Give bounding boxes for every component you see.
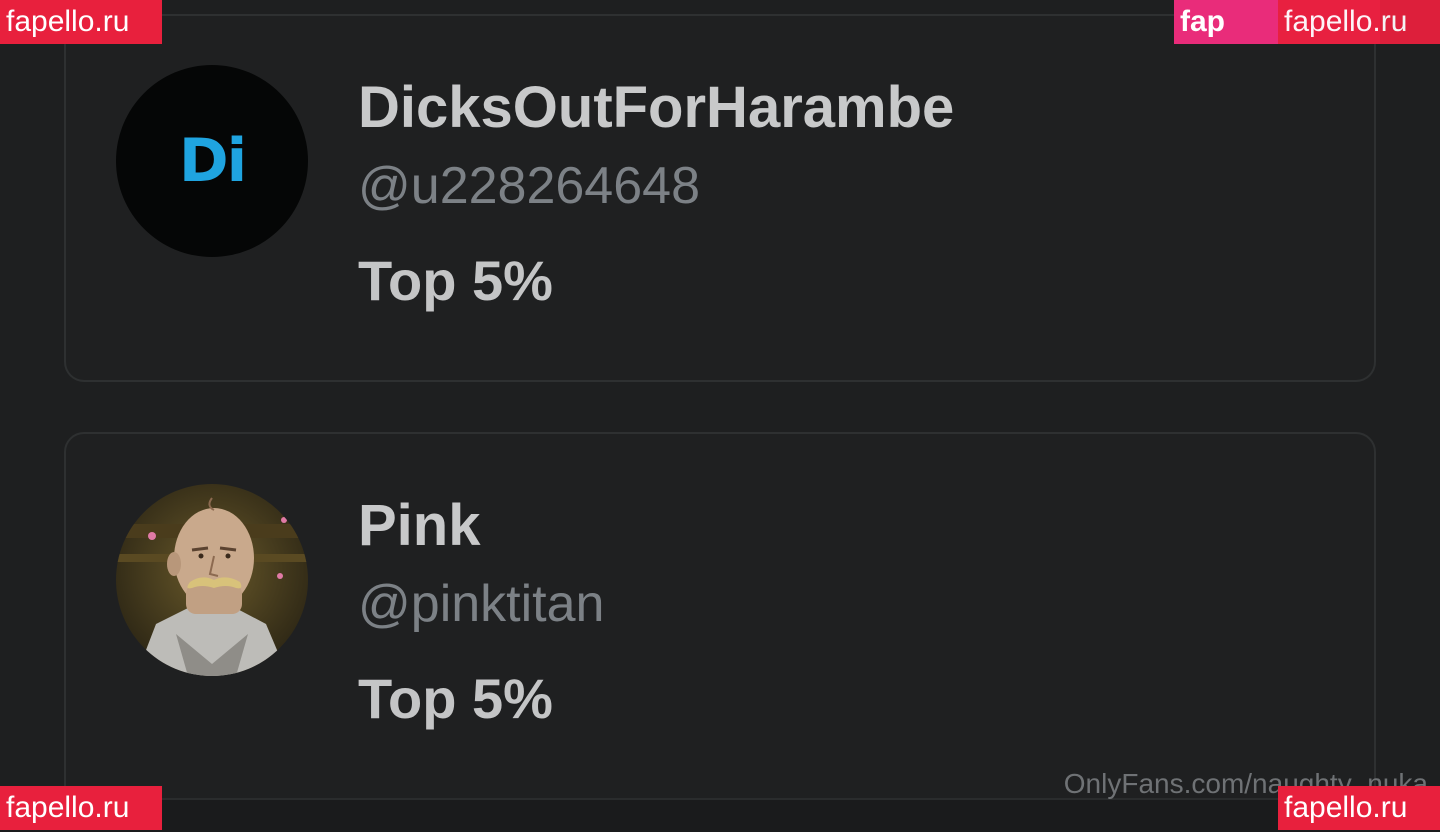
username-handle[interactable]: @u228264648 (358, 154, 954, 218)
subscriber-info: DicksOutForHarambe @u228264648 Top 5% (358, 72, 954, 316)
subscriber-card[interactable]: Pink @pinktitan Top 5% (64, 432, 1376, 812)
avatar[interactable] (116, 484, 308, 676)
subscriber-card[interactable]: Di DicksOutForHarambe @u228264648 Top 5% (64, 16, 1376, 382)
watermark-top-right: fapello.ru (1278, 0, 1440, 44)
username-handle[interactable]: @pinktitan (358, 572, 604, 636)
avatar-initials: Di (178, 126, 247, 196)
watermark-top-left: fapello.ru (0, 0, 162, 44)
cartoon-portrait-icon (116, 484, 308, 676)
watermark-bottom-left: fapello.ru (0, 786, 162, 830)
subscriber-info: Pink @pinktitan Top 5% (358, 490, 604, 734)
display-name[interactable]: DicksOutForHarambe (358, 72, 954, 144)
display-name[interactable]: Pink (358, 490, 604, 562)
rank-badge: Top 5% (358, 667, 553, 730)
watermark-bottom-right: fapello.ru (1278, 786, 1440, 830)
avatar[interactable]: Di (116, 65, 308, 257)
rank-badge: Top 5% (358, 249, 553, 312)
subscriber-list-page: Di DicksOutForHarambe @u228264648 Top 5% (0, 0, 1440, 832)
